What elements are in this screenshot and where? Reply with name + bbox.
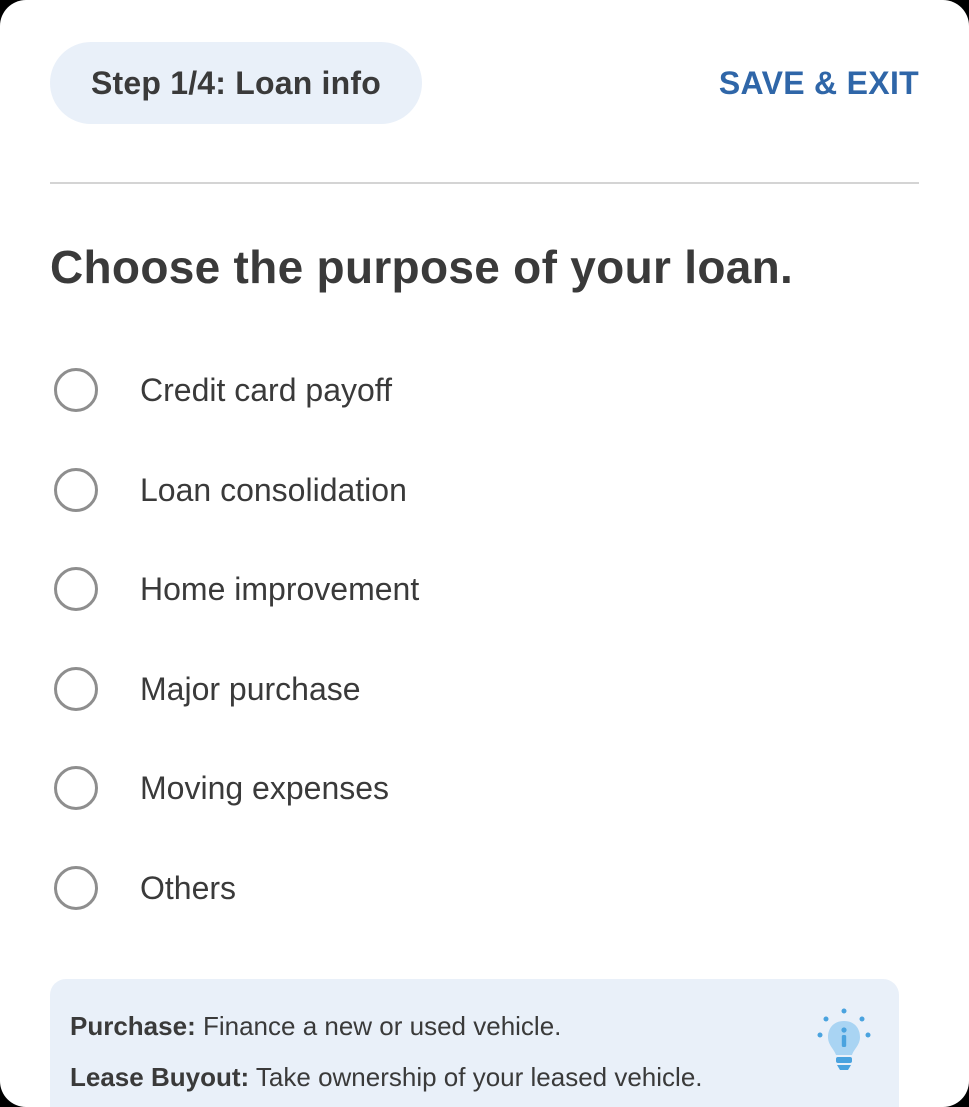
lightbulb-info-icon xyxy=(817,1008,871,1070)
info-line-purchase: Purchase: Finance a new or used vehicle. xyxy=(70,1011,561,1042)
step-indicator: Step 1/4: Loan info xyxy=(50,42,422,124)
info-term: Purchase: xyxy=(70,1011,196,1041)
radio-button[interactable] xyxy=(54,667,98,711)
option-moving-expenses[interactable]: Moving expenses xyxy=(50,758,650,818)
option-loan-consolidation[interactable]: Loan consolidation xyxy=(50,460,650,520)
radio-button[interactable] xyxy=(54,468,98,512)
info-box: Purchase: Finance a new or used vehicle.… xyxy=(50,979,899,1107)
divider xyxy=(50,182,919,184)
info-term: Lease Buyout: xyxy=(70,1062,250,1092)
option-label: Others xyxy=(140,869,237,906)
page-title: Choose the purpose of your loan. xyxy=(50,241,794,293)
option-credit-card-payoff[interactable]: Credit card payoff xyxy=(50,360,650,420)
option-label: Major purchase xyxy=(140,670,361,707)
radio-button[interactable] xyxy=(54,766,98,810)
radio-button[interactable] xyxy=(54,368,98,412)
info-description: Take ownership of your leased vehicle. xyxy=(255,1062,703,1092)
option-label: Credit card payoff xyxy=(140,371,392,408)
option-others[interactable]: Others xyxy=(50,858,650,918)
option-label: Loan consolidation xyxy=(140,471,407,508)
option-major-purchase[interactable]: Major purchase xyxy=(50,659,650,719)
info-description: Finance a new or used vehicle. xyxy=(202,1011,562,1041)
header: Step 1/4: Loan info SAVE & EXIT xyxy=(50,42,919,124)
radio-button[interactable] xyxy=(54,567,98,611)
loan-purpose-card: Step 1/4: Loan info SAVE & EXIT Choose t… xyxy=(0,0,969,1107)
radio-button[interactable] xyxy=(54,866,98,910)
option-home-improvement[interactable]: Home improvement xyxy=(50,559,650,619)
option-label: Home improvement xyxy=(140,570,420,607)
save-exit-button[interactable]: SAVE & EXIT xyxy=(719,42,919,124)
option-label: Moving expenses xyxy=(140,769,390,806)
info-line-lease-buyout: Lease Buyout: Take ownership of your lea… xyxy=(70,1062,703,1093)
